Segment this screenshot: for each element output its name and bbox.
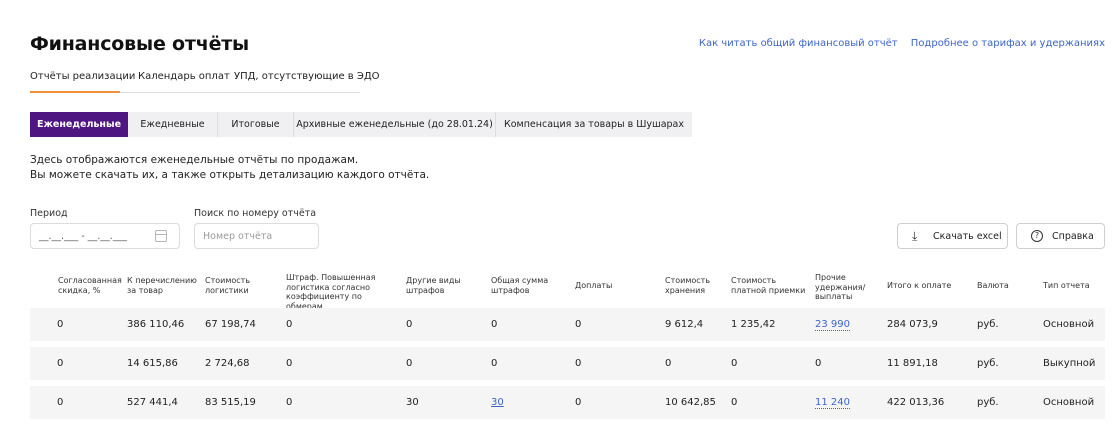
cell-logistics: 2 724,68 [205, 358, 250, 369]
cell-logistics: 83 515,19 [205, 397, 256, 408]
col-header-surcharges: Доплаты [575, 281, 613, 290]
calendar-icon[interactable] [155, 230, 167, 242]
help-button[interactable]: ? Справка [1016, 223, 1105, 249]
cell-penalty: 0 [286, 319, 293, 330]
cell-total: 422 013,36 [887, 397, 945, 408]
col-header-discount: Согласованная скидка, % [58, 276, 122, 295]
cell-paid-acceptance: 0 [731, 358, 738, 369]
search-label: Поиск по номеру отчёта [194, 208, 317, 219]
col-header-other-deductions: Прочие удержания/ выплаты [815, 273, 866, 301]
cell-discount: 0 [57, 319, 64, 330]
report-type-weekly[interactable]: Еженедельные [30, 112, 128, 137]
cell-logistics: 67 198,74 [205, 319, 256, 330]
report-type-shushary-compensation[interactable]: Компенсация за товары в Шушарах [496, 112, 692, 137]
tab-upd-missing-edo[interactable]: УПД, отсутствующие в ЭДО [234, 71, 380, 93]
how-to-read-report-link[interactable]: Как читать общий финансовый отчёт [699, 38, 898, 49]
main-tabs: Отчёты реализации Календарь оплат УПД, о… [30, 71, 380, 93]
search-placeholder: Номер отчёта [203, 231, 273, 242]
cell-storage: 9 612,4 [665, 319, 704, 330]
other-deductions-link[interactable]: 11 240 [815, 397, 850, 409]
cell-transfer: 386 110,46 [127, 319, 185, 330]
cell-type: Основной [1043, 319, 1095, 330]
help-label: Справка [1052, 231, 1094, 242]
cell-type: Основной [1043, 397, 1095, 408]
col-header-other-fines: Другие виды штрафов [406, 276, 461, 295]
cell-other-fines: 30 [406, 397, 419, 408]
cell-paid-acceptance: 0 [731, 397, 738, 408]
cell-currency: руб. [977, 358, 999, 369]
col-header-currency: Валюта [977, 281, 1009, 290]
col-header-penalty: Штраф. Повышенная логистика согласно коэ… [286, 273, 376, 311]
period-value: __.__.___ - __.__.___ [39, 231, 128, 242]
page-description: Здесь отображаются еженедельные отчёты п… [30, 153, 429, 183]
cell-surcharges: 0 [575, 397, 582, 408]
cell-surcharges: 0 [575, 319, 582, 330]
col-header-type: Тип отчета [1043, 281, 1090, 290]
report-type-archive-weekly[interactable]: Архивные еженедельные (до 28.01.24) [294, 112, 495, 137]
other-deductions-link[interactable]: 23 990 [815, 319, 850, 331]
tab-sales-reports[interactable]: Отчёты реализации [30, 71, 135, 93]
col-header-paid-acceptance: Стоимость платной приемки [731, 276, 806, 295]
period-date-range-input[interactable]: __.__.___ - __.__.___ [30, 223, 180, 249]
col-header-fines-total: Общая сумма штрафов [491, 276, 549, 295]
cell-currency: руб. [977, 319, 999, 330]
cell-penalty: 0 [286, 358, 293, 369]
table-row[interactable]: 0 14 615,86 2 724,68 0 0 0 0 0 0 0 11 89… [30, 347, 1105, 380]
cell-type: Выкупной [1043, 358, 1096, 369]
download-excel-button[interactable]: ⤓ Скачать excel [897, 223, 1008, 249]
fines-total-link[interactable]: 30 [491, 397, 504, 408]
cell-total: 11 891,18 [887, 358, 938, 369]
report-type-selector: Еженедельные Ежедневные Итоговые Архивны… [30, 112, 692, 137]
cell-total: 284 073,9 [887, 319, 938, 330]
cell-discount: 0 [57, 358, 64, 369]
col-header-total: Итого к оплате [887, 281, 952, 290]
tariffs-info-link[interactable]: Подробнее о тарифах и удержаниях [911, 38, 1105, 49]
cell-fines-total: 0 [491, 358, 498, 369]
cell-fines-total: 0 [491, 319, 498, 330]
cell-paid-acceptance: 1 235,42 [731, 319, 776, 330]
cell-penalty: 0 [286, 397, 293, 408]
cell-currency: руб. [977, 397, 999, 408]
cell-other-fines: 0 [406, 358, 413, 369]
report-type-daily[interactable]: Ежедневные [128, 112, 217, 137]
tab-payment-calendar[interactable]: Календарь оплат [138, 71, 230, 93]
cell-transfer: 527 441,4 [127, 397, 178, 408]
col-header-transfer: К перечислению за товар [127, 276, 197, 295]
col-header-storage: Стоимость хранения [665, 276, 711, 295]
download-excel-label: Скачать excel [933, 231, 1002, 242]
description-line: Здесь отображаются еженедельные отчёты п… [30, 154, 359, 166]
cell-other-deductions: 0 [815, 358, 822, 369]
help-links: Как читать общий финансовый отчёт Подроб… [689, 38, 1105, 49]
cell-discount: 0 [57, 397, 64, 408]
report-number-search-input[interactable]: Номер отчёта [194, 223, 319, 249]
report-type-final[interactable]: Итоговые [218, 112, 293, 137]
col-header-logistics: Стоимость логистики [205, 276, 251, 295]
help-icon: ? [1031, 230, 1043, 242]
page-title: Финансовые отчёты [30, 33, 250, 55]
cell-other-fines: 0 [406, 319, 413, 330]
table-row[interactable]: 0 386 110,46 67 198,74 0 0 0 0 9 612,4 1… [30, 308, 1105, 341]
description-line: Вы можете скачать их, а также открыть де… [30, 169, 430, 181]
period-label: Период [30, 208, 68, 219]
download-icon: ⤓ [912, 229, 918, 243]
table-row[interactable]: 0 527 441,4 83 515,19 0 30 30 0 10 642,8… [30, 386, 1105, 419]
cell-storage: 10 642,85 [665, 397, 716, 408]
cell-storage: 0 [665, 358, 672, 369]
cell-transfer: 14 615,86 [127, 358, 178, 369]
cell-surcharges: 0 [575, 358, 582, 369]
